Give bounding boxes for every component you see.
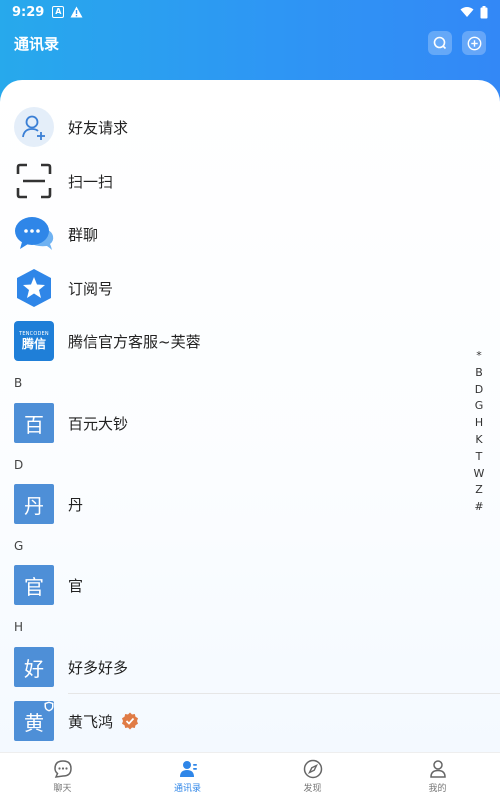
index-letter[interactable]: W: [474, 466, 485, 483]
contact-name: 官: [68, 576, 84, 595]
tab-me[interactable]: 我的: [375, 753, 500, 800]
status-time: 9:29: [12, 4, 45, 20]
tab-label: 聊天: [53, 784, 72, 794]
tab-label: 我的: [428, 784, 447, 794]
subscription-row[interactable]: 订阅号: [0, 268, 500, 308]
quick-item-label: 群聊: [68, 225, 99, 244]
chat-icon: [53, 760, 72, 778]
section-header-d: D: [14, 458, 24, 472]
index-letter[interactable]: T: [476, 449, 483, 466]
friend-request-row[interactable]: 好友请求: [0, 107, 500, 147]
scan-icon: [14, 161, 54, 201]
tencent-service-logo: TENCODEN 腾信: [14, 321, 54, 361]
a-box-icon: A: [52, 6, 65, 18]
wifi-icon: [460, 7, 474, 17]
plus-circle-icon: [467, 36, 481, 50]
index-letter[interactable]: D: [475, 382, 483, 399]
search-button[interactable]: [428, 31, 452, 55]
section-header-h: H: [14, 620, 24, 634]
section-header-g: G: [14, 539, 24, 553]
battery-icon: [480, 5, 488, 18]
warning-icon: [70, 6, 83, 18]
index-letter[interactable]: G: [475, 398, 484, 415]
group-chat-icon: [14, 214, 54, 254]
contact-name: 好多好多: [68, 658, 129, 677]
contact-row[interactable]: 黄 黄飞鸿: [0, 701, 500, 741]
contacts-icon: [179, 761, 197, 777]
quick-item-label: 腾信官方客服~芙蓉: [68, 332, 201, 351]
tab-discover[interactable]: 发现: [250, 753, 375, 800]
alphabet-index[interactable]: * B D G H K T W Z #: [472, 348, 486, 516]
contact-row[interactable]: 百 百元大钞: [0, 403, 500, 443]
tab-label: 发现: [303, 784, 322, 794]
app-bar: 通讯录: [0, 28, 500, 58]
avatar: 黄: [14, 701, 54, 741]
quick-item-label: 好友请求: [68, 118, 129, 137]
bottom-tab-bar: 聊天 通讯录 发现 我的: [0, 752, 500, 800]
shield-badge-icon: [44, 701, 54, 712]
verified-badge-icon: [122, 712, 139, 730]
contact-row[interactable]: 好 好多好多: [0, 647, 500, 687]
profile-icon: [429, 760, 446, 778]
quick-item-label: 扫一扫: [68, 172, 114, 191]
status-bar: 9:29 A: [0, 0, 500, 24]
add-button[interactable]: [462, 31, 486, 55]
tab-label: 通讯录: [173, 784, 201, 794]
logo-big-text: 腾信: [21, 337, 46, 351]
compass-icon: [303, 759, 322, 779]
avatar: 好: [14, 647, 54, 687]
contact-name: 百元大钞: [68, 414, 129, 433]
index-letter[interactable]: K: [475, 432, 482, 449]
contact-name: 丹: [68, 495, 84, 514]
avatar: 丹: [14, 484, 54, 524]
official-service-row[interactable]: TENCODEN 腾信 腾信官方客服~芙蓉: [0, 321, 500, 361]
row-divider: [68, 693, 500, 694]
subscription-icon: [14, 268, 54, 308]
tab-chat[interactable]: 聊天: [0, 753, 125, 800]
section-header-b: B: [14, 376, 23, 390]
index-letter[interactable]: Z: [475, 482, 483, 499]
search-icon: [433, 36, 447, 50]
index-letter[interactable]: H: [475, 415, 483, 432]
avatar: 官: [14, 565, 54, 605]
index-letter[interactable]: #: [474, 499, 483, 516]
scan-row[interactable]: 扫一扫: [0, 161, 500, 201]
index-letter[interactable]: *: [476, 348, 482, 365]
index-letter[interactable]: B: [475, 365, 483, 382]
contact-row[interactable]: 官 官: [0, 565, 500, 605]
contact-name: 黄飞鸿: [68, 711, 139, 732]
avatar: 百: [14, 403, 54, 443]
page-title: 通讯录: [14, 34, 60, 53]
quick-item-label: 订阅号: [68, 279, 114, 298]
group-chat-row[interactable]: 群聊: [0, 214, 500, 254]
add-friend-icon: [14, 107, 54, 147]
contact-row[interactable]: 丹 丹: [0, 484, 500, 524]
tab-contacts[interactable]: 通讯录: [125, 753, 250, 800]
